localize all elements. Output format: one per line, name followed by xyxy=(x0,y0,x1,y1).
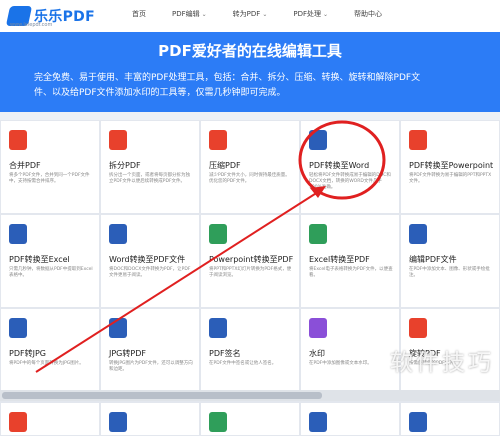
tool-card[interactable]: PDF签名在PDF文件中签名或让他人签名。 xyxy=(200,308,300,402)
tool-file-icon xyxy=(109,130,127,150)
tool-file-icon xyxy=(109,224,127,244)
tool-file-icon xyxy=(109,412,127,432)
hero-description-line-2: 件、以及给PDF文件添加水印的工具等，仅需几秒钟即可完成。 xyxy=(34,88,286,98)
tool-file-icon xyxy=(309,318,327,338)
nav-item-label: PDF处理 xyxy=(293,10,321,18)
tool-title: Powerpoint转换至PDF xyxy=(209,255,294,264)
main-nav: 首页 PDF编辑 ⌄ 转为PDF ⌄ PDF处理 ⌄ 帮助中心 xyxy=(132,9,408,19)
hero-banner: PDF爱好者的在线编辑工具 完全免费、易于使用、丰富的PDF处理工具，包括：合并… xyxy=(0,32,500,112)
nav-item-label: 转为PDF xyxy=(232,10,261,18)
tool-file-icon xyxy=(309,224,327,244)
scrollbar-thumb[interactable] xyxy=(2,392,322,399)
tool-description: 只需几秒钟，将数据从PDF中提取到Excel表格中。 xyxy=(9,267,93,278)
tool-card[interactable]: Excel转换至PDF 将Excel电子表格转换为PDF文件，以便查看。 xyxy=(300,214,400,308)
nav-item-3[interactable]: PDF处理 ⌄ xyxy=(293,9,328,19)
tool-card-partial[interactable] xyxy=(300,402,400,436)
top-navigation-bar: 乐乐PDF www.lelepdf.com 首页 PDF编辑 ⌄ 转为PDF ⌄ PDF处… xyxy=(0,0,500,33)
tool-card[interactable]: 拆分PDF 拆分出一个页面，或者将每页都分拆为独立PDF文件以便后续转换成PDF文… xyxy=(100,120,200,214)
chevron-down-icon: ⌄ xyxy=(322,11,329,18)
tool-description: 将多个PDF文件，合并到同一个PDF文件中，支持按需合并排序。 xyxy=(9,173,90,184)
watermark-text: 软件技巧 xyxy=(390,350,494,376)
tool-description: 将PDF中的每个页面转换为JPG图片。 xyxy=(9,361,84,366)
tool-description: 减少PDF文件大小，同时保持最佳质量。优化您的PDF文件。 xyxy=(209,173,290,184)
tool-card[interactable]: 合并PDF 将多个PDF文件，合并到同一个PDF文件中，支持按需合并排序。 xyxy=(0,120,100,214)
tool-description: 拆分出一个页面，或者将每页都分拆为独立PDF文件以便后续转换成PDF文件。 xyxy=(109,173,190,184)
tool-title: 水印 xyxy=(309,349,325,358)
tool-title: 合并PDF xyxy=(9,161,41,170)
tool-file-icon xyxy=(9,318,27,338)
tool-description: 轻松将PDF文件转换成易于编辑的DOC和DOCX文档，转换的WORD文件几乎10… xyxy=(309,173,391,190)
hero-title: PDF爱好者的在线编辑工具 xyxy=(158,42,342,60)
tool-file-icon xyxy=(409,224,427,244)
tool-card[interactable]: PDF转JPG 将PDF中的每个页面转换为JPG图片。 xyxy=(0,308,100,402)
nav-item-label: 帮助中心 xyxy=(354,10,383,18)
tool-card-partial[interactable] xyxy=(200,402,300,436)
horizontal-scrollbar[interactable] xyxy=(0,390,500,401)
tool-card[interactable]: PDF转换至Word 轻松将PDF文件转换成易于编辑的DOC和DOCX文档，转换的… xyxy=(300,120,400,214)
nav-item-label: PDF编辑 xyxy=(172,10,200,18)
tool-description: 在PDF中添加文本、图像、形状或手绘批注。 xyxy=(409,267,490,278)
tool-file-icon xyxy=(9,224,27,244)
tool-title: PDF签名 xyxy=(209,349,241,358)
tool-file-icon xyxy=(409,412,427,432)
tool-file-icon xyxy=(9,412,27,432)
tool-file-icon xyxy=(209,318,227,338)
tool-title: 压缩PDF xyxy=(209,161,241,170)
nav-item-2[interactable]: 转为PDF ⌄ xyxy=(233,9,268,19)
tool-file-icon xyxy=(9,130,27,150)
tool-card-partial[interactable] xyxy=(0,402,100,436)
tool-description: 转换JPG图片为PDF文件，还可以调整方向和边距。 xyxy=(109,361,193,372)
tool-card[interactable]: PDF转换至Powerpoint 将PDF文件转换为易于编辑的PPT和PPTX文件… xyxy=(400,120,500,214)
tool-file-icon xyxy=(109,318,127,338)
tool-description: 将PPT和PPTX幻灯片转换为PDF格式，便于阅读浏览。 xyxy=(209,267,292,278)
hero-description-line-1: 完全免费、易于使用、丰富的PDF处理工具，包括：合并、拆分、压缩、转换、旋转和解… xyxy=(34,73,421,83)
tool-title: JPG转PDF xyxy=(109,349,146,358)
tool-description: 在PDF文件中签名或让他人签名。 xyxy=(209,361,277,366)
tool-title: Word转换至PDF文件 xyxy=(109,255,186,264)
tool-file-icon xyxy=(409,130,427,150)
tool-card[interactable]: 编辑PDF文件在PDF中添加文本、图像、形状或手绘批注。 xyxy=(400,214,500,308)
tool-file-icon xyxy=(209,412,227,432)
tool-title: PDF转换至Word xyxy=(309,161,370,170)
tool-title: 编辑PDF文件 xyxy=(409,255,457,264)
tool-file-icon xyxy=(309,412,327,432)
tool-card[interactable]: 压缩PDF 减少PDF文件大小，同时保持最佳质量。优化您的PDF文件。 xyxy=(200,120,300,214)
tool-title: 拆分PDF xyxy=(109,161,141,170)
tool-card[interactable]: JPG转PDF 转换JPG图片为PDF文件，还可以调整方向和边距。 xyxy=(100,308,200,402)
tool-card[interactable]: 水印在PDF中添加图像或文本水印。 xyxy=(300,308,400,402)
chevron-down-icon: ⌄ xyxy=(201,11,207,18)
chevron-down-icon: ⌄ xyxy=(262,11,268,18)
tool-file-icon xyxy=(409,318,427,338)
tool-description: 将Excel电子表格转换为PDF文件，以便查看。 xyxy=(309,267,393,278)
tool-card[interactable]: Powerpoint转换至PDF 将PPT和PPTX幻灯片转换为PDF格式，便于阅… xyxy=(200,214,300,308)
tool-file-icon xyxy=(209,224,227,244)
tool-description: 在PDF中添加图像或文本水印。 xyxy=(309,361,372,366)
tool-title: Excel转换至PDF xyxy=(309,255,370,264)
tool-title: PDF转JPG xyxy=(9,349,46,358)
tool-title: PDF转换至Excel xyxy=(9,255,70,264)
nav-item-1[interactable]: PDF编辑 ⌄ xyxy=(172,9,207,19)
tool-card-partial[interactable] xyxy=(400,402,500,436)
nav-item-0[interactable]: 首页 xyxy=(132,9,146,19)
nav-item-4[interactable]: 帮助中心 xyxy=(354,9,382,19)
tool-card-partial[interactable] xyxy=(100,402,200,436)
tool-description: 将DOC和DOCX文件转换为PDF，让PDF文件更易于阅读。 xyxy=(109,267,191,278)
tool-card[interactable]: Word转换至PDF文件 将DOC和DOCX文件转换为PDF，让PDF文件更易于阅… xyxy=(100,214,200,308)
tool-title: PDF转换至Powerpoint xyxy=(409,161,494,170)
logo-url: www.lelepdf.com xyxy=(10,22,53,28)
nav-item-label: 首页 xyxy=(132,10,146,18)
tool-file-icon xyxy=(309,130,327,150)
tool-description: 将PDF文件转换为易于编辑的PPT和PPTX文件。 xyxy=(409,173,492,184)
tool-card[interactable]: PDF转换至Excel 只需几秒钟，将数据从PDF中提取到Excel表格中。 xyxy=(0,214,100,308)
tool-file-icon xyxy=(209,130,227,150)
